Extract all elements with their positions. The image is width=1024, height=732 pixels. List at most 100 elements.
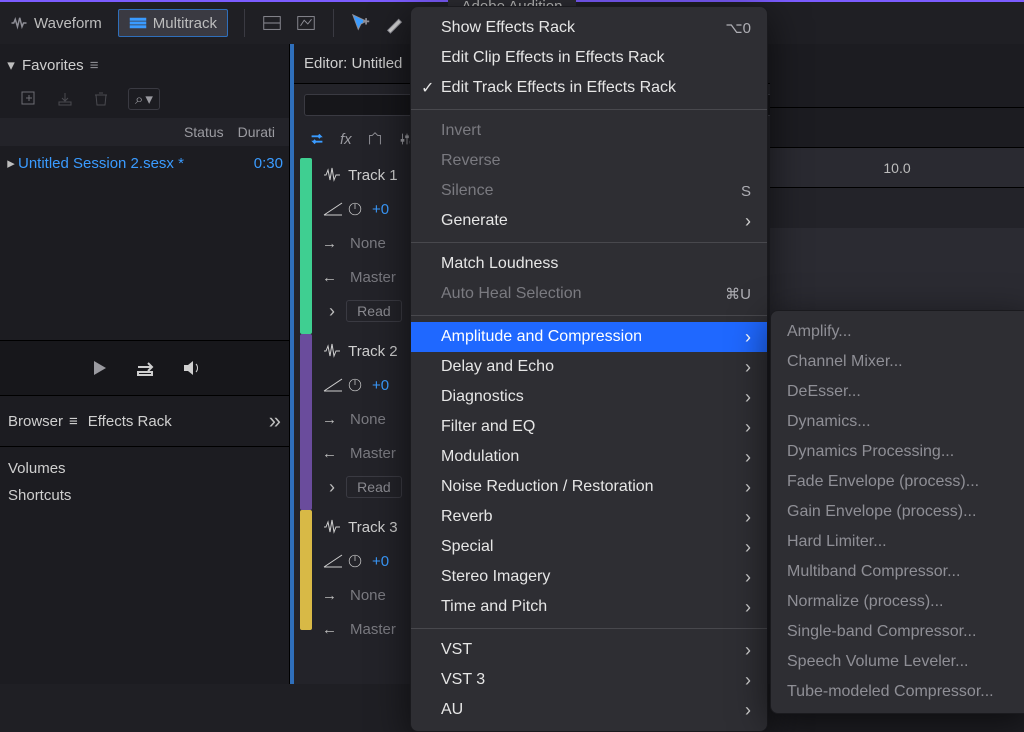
checkmark-icon: ✓ — [421, 78, 434, 98]
chevron-right-icon: › — [745, 327, 751, 348]
menu-reverse: Reverse — [411, 146, 767, 176]
submenu-gain-envelope[interactable]: Gain Envelope (process)... — [771, 497, 1024, 527]
menu-edit-track-effects[interactable]: ✓Edit Track Effects in Effects Rack — [411, 73, 767, 103]
play-button[interactable] — [88, 359, 110, 377]
spectral-frequency-icon[interactable] — [261, 12, 283, 34]
menu-special[interactable]: Special› — [411, 532, 767, 562]
col-name[interactable] — [6, 124, 184, 140]
submenu-singleband-compressor[interactable]: Single-band Compressor... — [771, 617, 1024, 647]
trash-icon[interactable] — [92, 90, 110, 108]
menu-amplitude-compression[interactable]: Amplitude and Compression› — [411, 322, 767, 352]
razor-tool-icon[interactable] — [384, 12, 406, 34]
automation-mode[interactable]: Read — [346, 300, 401, 322]
chevron-right-icon: › — [745, 567, 751, 588]
submenu-fade-envelope[interactable]: Fade Envelope (process)... — [771, 467, 1024, 497]
menu-vst3[interactable]: VST 3› — [411, 665, 767, 695]
speaker-icon[interactable] — [180, 359, 202, 377]
volume-ramp-icon — [322, 201, 344, 217]
input-arrow-icon: → — [322, 587, 350, 604]
chevron-right-icon: › — [745, 640, 751, 661]
chevron-right-icon: › — [745, 477, 751, 498]
import-icon[interactable] — [56, 90, 74, 108]
chevron-right-icon: › — [745, 700, 751, 721]
col-status[interactable]: Status — [184, 124, 238, 140]
pan-knob-icon[interactable] — [344, 201, 366, 217]
input-arrow-icon: → — [322, 411, 350, 428]
timeline-ruler[interactable]: 10.0 — [770, 148, 1024, 188]
browser-tab[interactable]: Browser≡ — [8, 413, 78, 430]
submenu-dynamics-processing[interactable]: Dynamics Processing... — [771, 437, 1024, 467]
chevron-right-icon: › — [745, 670, 751, 691]
menu-silence: SilenceS — [411, 176, 767, 206]
submenu-deesser[interactable]: DeEsser... — [771, 377, 1024, 407]
effects-rack-tab[interactable]: Effects Rack — [88, 413, 172, 430]
waveform-mode-button[interactable]: Waveform — [0, 9, 112, 37]
collapse-toggle-icon[interactable]: ▾ — [4, 56, 18, 74]
chevron-right-icon: › — [745, 507, 751, 528]
waveform-icon — [10, 16, 28, 30]
submenu-dynamics[interactable]: Dynamics... — [771, 407, 1024, 437]
menu-invert: Invert — [411, 116, 767, 146]
submenu-multiband-compressor[interactable]: Multiband Compressor... — [771, 557, 1024, 587]
menu-generate[interactable]: Generate› — [411, 206, 767, 236]
menu-reverb[interactable]: Reverb› — [411, 502, 767, 532]
multitrack-mode-button[interactable]: Multitrack — [118, 9, 228, 37]
menu-au[interactable]: AU› — [411, 695, 767, 725]
browser-item-volumes[interactable]: Volumes — [8, 455, 281, 482]
menu-stereo-imagery[interactable]: Stereo Imagery› — [411, 562, 767, 592]
effects-context-menu: Show Effects Rack⌥0 Edit Clip Effects in… — [410, 6, 768, 732]
chevron-right-icon: › — [745, 357, 751, 378]
menu-vst[interactable]: VST› — [411, 635, 767, 665]
svg-text:+: + — [363, 16, 369, 28]
file-row[interactable]: ▸ Untitled Session 2.sesx * 0:30 — [0, 146, 289, 180]
expand-icon[interactable]: ▸ — [4, 154, 18, 172]
menu-edit-clip-effects[interactable]: Edit Clip Effects in Effects Rack — [411, 43, 767, 73]
volume-ramp-icon — [322, 553, 344, 569]
track-waveform-icon — [322, 519, 344, 535]
menu-time-pitch[interactable]: Time and Pitch› — [411, 592, 767, 622]
chevron-right-icon: › — [745, 537, 751, 558]
fx-icon[interactable]: fx — [340, 131, 352, 148]
search-input[interactable]: ⌕▾ — [128, 88, 160, 110]
pan-knob-icon[interactable] — [344, 377, 366, 393]
submenu-speech-volume-leveler[interactable]: Speech Volume Leveler... — [771, 647, 1024, 677]
menu-delay-echo[interactable]: Delay and Echo› — [411, 352, 767, 382]
menu-modulation[interactable]: Modulation› — [411, 442, 767, 472]
submenu-tube-compressor[interactable]: Tube-modeled Compressor... — [771, 677, 1024, 707]
chevron-right-icon: › — [745, 597, 751, 618]
submenu-channel-mixer[interactable]: Channel Mixer... — [771, 347, 1024, 377]
chevron-right-icon: › — [745, 211, 751, 232]
multitrack-icon — [129, 16, 147, 30]
export-icon[interactable] — [134, 359, 156, 377]
expand-track-icon[interactable]: › — [322, 477, 342, 498]
automation-mode[interactable]: Read — [346, 476, 401, 498]
menu-filter-eq[interactable]: Filter and EQ› — [411, 412, 767, 442]
panel-menu-icon[interactable]: ≡ — [90, 57, 99, 74]
menu-show-effects-rack[interactable]: Show Effects Rack⌥0 — [411, 13, 767, 43]
track-waveform-icon — [322, 343, 344, 359]
col-duration[interactable]: Durati — [238, 124, 289, 140]
editor-tab[interactable]: Editor: Untitled — [304, 55, 402, 72]
chevron-right-icon: › — [745, 387, 751, 408]
more-panels-icon[interactable]: » — [269, 408, 281, 434]
output-arrow-icon: ← — [322, 269, 350, 286]
menu-match-loudness[interactable]: Match Loudness — [411, 249, 767, 279]
track-waveform-icon — [322, 167, 344, 183]
submenu-hard-limiter[interactable]: Hard Limiter... — [771, 527, 1024, 557]
output-arrow-icon: ← — [322, 445, 350, 462]
loop-icon[interactable] — [308, 130, 326, 148]
submenu-normalize[interactable]: Normalize (process)... — [771, 587, 1024, 617]
submenu-amplify[interactable]: Amplify... — [771, 317, 1024, 347]
pan-knob-icon[interactable] — [344, 553, 366, 569]
favorites-panel-header[interactable]: ▾ Favorites ≡ — [0, 44, 289, 84]
spectral-pitch-icon[interactable] — [295, 12, 317, 34]
move-tool-icon[interactable]: + — [350, 12, 372, 34]
menu-diagnostics[interactable]: Diagnostics› — [411, 382, 767, 412]
browser-item-shortcuts[interactable]: Shortcuts — [8, 482, 281, 509]
expand-track-icon[interactable]: › — [322, 301, 342, 322]
menu-noise-reduction[interactable]: Noise Reduction / Restoration› — [411, 472, 767, 502]
new-file-icon[interactable] — [20, 90, 38, 108]
search-icon: ⌕ — [135, 91, 143, 108]
send-icon[interactable] — [366, 130, 384, 148]
chevron-right-icon: › — [745, 447, 751, 468]
